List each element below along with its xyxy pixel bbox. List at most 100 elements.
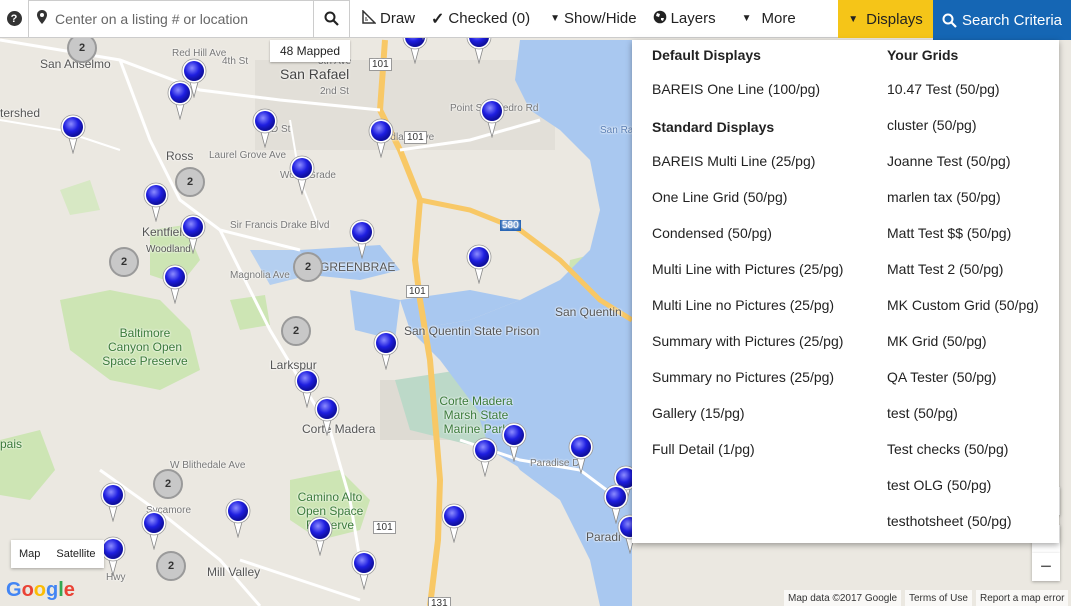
listing-pin-icon[interactable] xyxy=(501,422,527,462)
draw-ruler-icon xyxy=(362,9,377,27)
listing-pin-icon[interactable] xyxy=(472,437,498,477)
displays-dropdown: Default Displays Standard Displays Your … xyxy=(632,40,1059,543)
grid-display-item[interactable]: 10.47 Test (50/pg) xyxy=(887,81,1000,97)
show-hide-label: Show/Hide xyxy=(564,10,637,27)
checkmark-icon: ✓ xyxy=(431,10,445,28)
map-cluster[interactable]: 2 xyxy=(153,469,183,499)
standard-display-item[interactable]: Multi Line no Pictures (25/pg) xyxy=(652,297,834,313)
listing-pin-icon[interactable] xyxy=(141,510,167,550)
standard-display-item[interactable]: Full Detail (1/pg) xyxy=(652,441,755,457)
standard-display-item[interactable]: BAREIS Multi Line (25/pg) xyxy=(652,153,815,169)
grid-display-item[interactable]: Test checks (50/pg) xyxy=(887,441,1008,457)
layers-button[interactable]: Layers xyxy=(645,0,724,38)
grid-display-item[interactable]: Matt Test 2 (50/pg) xyxy=(887,261,1003,277)
street-2nd: 2nd St xyxy=(320,86,349,97)
grid-display-item[interactable]: Matt Test $$ (50/pg) xyxy=(887,225,1011,241)
place-greenbrae: GREENBRAE xyxy=(320,260,396,274)
street-w-blithedale: W Blithedale Ave xyxy=(170,460,246,471)
map-cluster[interactable]: 2 xyxy=(293,252,323,282)
grid-display-item[interactable]: QA Tester (50/pg) xyxy=(887,369,996,385)
place-mill-valley: Mill Valley xyxy=(207,565,261,579)
listing-pin-icon[interactable] xyxy=(373,330,399,370)
street-magnolia: Magnolia Ave xyxy=(230,270,290,281)
terms-of-use-link[interactable]: Terms of Use xyxy=(905,590,972,606)
your-grids-heading: Your Grids xyxy=(887,47,959,63)
help-icon: ? xyxy=(6,11,22,26)
checked-label: Checked (0) xyxy=(448,10,531,27)
grid-display-item[interactable]: testhotsheet (50/pg) xyxy=(887,513,1012,529)
search-criteria-button[interactable]: Search Criteria xyxy=(933,0,1071,40)
standard-display-item[interactable]: Summary no Pictures (25/pg) xyxy=(652,369,834,385)
map-cluster[interactable]: 2 xyxy=(175,167,205,197)
listing-pin-icon[interactable] xyxy=(351,550,377,590)
place-san-rafael: San Rafael xyxy=(280,66,350,82)
caret-down-icon: ▼ xyxy=(550,13,561,24)
place-paradise: Paradi xyxy=(586,530,621,544)
listing-pin-icon[interactable] xyxy=(314,396,340,436)
place-baltimore-canyon: Baltimore Canyon Open Space Preserve xyxy=(102,326,188,368)
layers-label: Layers xyxy=(670,10,716,27)
listing-pin-icon[interactable] xyxy=(60,114,86,154)
default-displays-heading: Default Displays xyxy=(652,47,761,63)
grid-display-item[interactable]: cluster (50/pg) xyxy=(887,117,976,133)
route-101-shield-c: 101 xyxy=(406,285,429,298)
standard-display-item[interactable]: One Line Grid (50/pg) xyxy=(652,189,787,205)
report-map-error-link[interactable]: Report a map error xyxy=(976,590,1069,606)
listing-pin-icon[interactable] xyxy=(568,434,594,474)
listing-pin-icon[interactable] xyxy=(143,182,169,222)
route-101-shield-b: 101 xyxy=(404,131,427,144)
place-pais: pais xyxy=(0,437,23,451)
standard-display-item[interactable]: Gallery (15/pg) xyxy=(652,405,745,421)
listing-pin-icon[interactable] xyxy=(162,264,188,304)
listing-pin-icon[interactable] xyxy=(100,536,126,576)
listing-pin-icon[interactable] xyxy=(368,118,394,158)
standard-display-item[interactable]: Multi Line with Pictures (25/pg) xyxy=(652,261,843,277)
caret-down-icon: ▼ xyxy=(848,13,859,25)
listing-pin-icon[interactable] xyxy=(441,503,467,543)
standard-display-item[interactable]: Condensed (50/pg) xyxy=(652,225,772,241)
map-type-satellite-button[interactable]: Satellite xyxy=(48,540,103,568)
listing-pin-icon[interactable] xyxy=(307,516,333,556)
more-label: More xyxy=(761,10,796,27)
mapped-count-badge: 48 Mapped xyxy=(270,40,350,62)
displays-button[interactable]: ▼ Displays xyxy=(838,0,933,38)
grid-display-item[interactable]: marlen tax (50/pg) xyxy=(887,189,1001,205)
listing-pin-icon[interactable] xyxy=(100,482,126,522)
route-101-shield-d: 101 xyxy=(373,521,396,534)
listing-pin-icon[interactable] xyxy=(167,80,193,120)
listing-pin-icon[interactable] xyxy=(289,155,315,195)
listing-pin-icon[interactable] xyxy=(225,498,251,538)
map-cluster[interactable]: 2 xyxy=(156,551,186,581)
map-cluster[interactable]: 2 xyxy=(109,247,139,277)
place-ross: Ross xyxy=(166,149,194,163)
help-button[interactable]: ? xyxy=(0,0,28,38)
street-laurel-grove: Laurel Grove Ave xyxy=(209,150,287,161)
standard-displays-heading: Standard Displays xyxy=(652,119,775,135)
show-hide-button[interactable]: ▼ Show/Hide xyxy=(542,0,644,38)
grid-display-item[interactable]: Joanne Test (50/pg) xyxy=(887,153,1011,169)
listing-pin-icon[interactable] xyxy=(180,214,206,254)
map-data-attribution: Map data ©2017 Google xyxy=(784,590,902,606)
standard-display-item[interactable]: Summary with Pictures (25/pg) xyxy=(652,333,843,349)
map-type-map-button[interactable]: Map xyxy=(11,540,48,568)
checked-button[interactable]: ✓ Checked (0) xyxy=(423,0,538,38)
map-cluster[interactable]: 2 xyxy=(281,316,311,346)
more-button[interactable]: ▼ More xyxy=(734,0,804,38)
grid-display-item[interactable]: test OLG (50/pg) xyxy=(887,477,991,493)
listing-pin-icon[interactable] xyxy=(349,219,375,259)
route-101-shield-a: 101 xyxy=(369,58,392,71)
grid-display-item[interactable]: test (50/pg) xyxy=(887,405,958,421)
location-search-input[interactable] xyxy=(55,1,315,36)
grid-display-item[interactable]: MK Custom Grid (50/pg) xyxy=(887,297,1039,313)
draw-button[interactable]: Draw xyxy=(354,0,423,38)
listing-pin-icon[interactable] xyxy=(466,244,492,284)
caret-down-icon: ▼ xyxy=(741,13,752,24)
default-display-item[interactable]: BAREIS One Line (100/pg) xyxy=(652,81,820,97)
search-icon xyxy=(324,11,339,26)
street-4th: 4th St xyxy=(222,56,249,67)
listing-pin-icon[interactable] xyxy=(252,108,278,148)
search-button[interactable] xyxy=(313,0,349,37)
listing-pin-icon[interactable] xyxy=(479,98,505,138)
zoom-out-button[interactable]: − xyxy=(1032,553,1060,581)
grid-display-item[interactable]: MK Grid (50/pg) xyxy=(887,333,987,349)
